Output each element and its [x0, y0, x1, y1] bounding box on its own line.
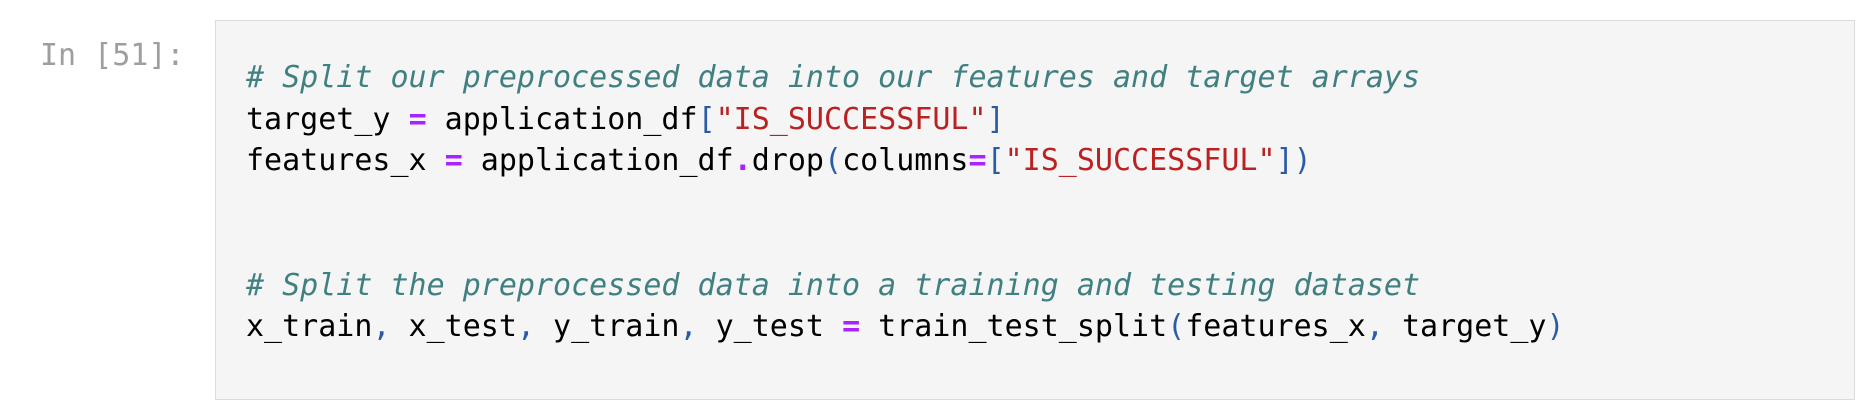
- code-token-op: =: [444, 143, 463, 178]
- code-token-punct: ,: [1365, 309, 1384, 344]
- code-token-punct: (: [824, 143, 843, 178]
- code-line: target_y = application_df["IS_SUCCESSFUL…: [246, 99, 1565, 141]
- notebook-code-cell: In [51]: # Split our preprocessed data i…: [0, 0, 1864, 412]
- code-token-name: application_df: [462, 143, 734, 178]
- code-token-string: "IS_SUCCESSFUL": [1004, 143, 1276, 178]
- code-token-name: application_df: [426, 101, 698, 137]
- code-token-comment: # Split the preprocessed data into a tra…: [246, 267, 1420, 303]
- code-token-string: "IS_SUCCESSFUL": [715, 101, 987, 137]
- code-editor[interactable]: # Split our preprocessed data into our f…: [215, 20, 1855, 400]
- code-content[interactable]: # Split our preprocessed data into our f…: [246, 57, 1565, 348]
- code-token-punct: [: [986, 143, 1005, 178]
- code-token-op: =: [842, 309, 861, 344]
- code-token-punct: ]: [986, 101, 1005, 137]
- code-token-name: y_train: [535, 309, 680, 344]
- code-token-op: =: [968, 143, 987, 178]
- code-token-name: features_x: [1185, 309, 1366, 344]
- code-token-name: features_x: [246, 143, 445, 178]
- code-token-name: target_y: [1383, 309, 1547, 344]
- code-token-punct: ): [1546, 309, 1565, 344]
- code-token-op: =: [408, 101, 427, 137]
- code-token-punct: ,: [679, 309, 698, 344]
- code-token-punct: ]): [1275, 143, 1312, 178]
- code-token-punct: (: [1167, 309, 1186, 344]
- code-token-name: train_test_split: [860, 309, 1168, 344]
- code-line: x_train, x_test, y_train, y_test = train…: [246, 306, 1565, 348]
- code-token-name: x_train: [246, 309, 373, 344]
- code-token-name: y_test: [697, 309, 843, 344]
- code-token-punct: ,: [516, 309, 535, 344]
- code-line: features_x = application_df.drop(columns…: [246, 140, 1565, 182]
- code-line: # Split the preprocessed data into a tra…: [246, 265, 1565, 307]
- code-token-op: .: [733, 143, 752, 178]
- code-token-name: target_y: [246, 101, 409, 137]
- input-prompt: In [51]:: [40, 38, 185, 73]
- code-token-name: x_test: [390, 309, 517, 344]
- code-token-name: drop: [751, 143, 824, 178]
- code-line: # Split our preprocessed data into our f…: [246, 57, 1565, 99]
- code-token-punct: ,: [372, 309, 391, 344]
- code-token-comment: # Split our preprocessed data into our f…: [246, 60, 1420, 95]
- code-token-punct: [: [697, 101, 716, 137]
- code-token-name: columns: [842, 143, 969, 178]
